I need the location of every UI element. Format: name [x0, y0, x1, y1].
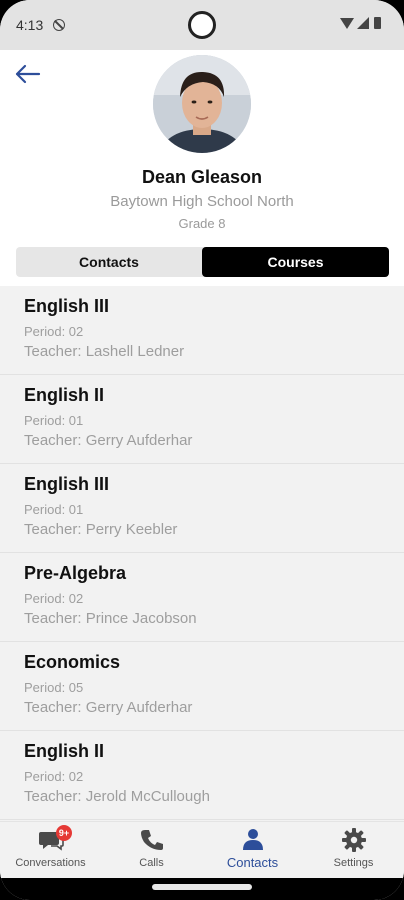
nav-conversations[interactable]: 9+ Conversations: [0, 822, 101, 879]
do-not-disturb-icon: [53, 19, 65, 31]
course-teacher: Teacher: Perry Keebler: [24, 521, 178, 538]
avatar: [153, 55, 251, 153]
course-item[interactable]: English III Period: 02 Teacher: Lashell …: [0, 286, 404, 375]
tab-courses[interactable]: Courses: [202, 247, 389, 277]
profile-header: Dean Gleason Baytown High School North G…: [0, 50, 404, 286]
course-title: Economics: [24, 652, 121, 672]
course-title: English III: [24, 296, 110, 316]
nav-label: Settings: [333, 857, 374, 869]
course-teacher: Teacher: Prince Jacobson: [24, 610, 197, 627]
course-item[interactable]: Economics Period: 05 Teacher: Gerry Aufd…: [0, 642, 404, 731]
battery-icon: [374, 17, 381, 29]
course-period: Period: 01: [24, 502, 84, 517]
course-period: Period: 02: [24, 769, 84, 784]
arrow-left-icon: [15, 64, 41, 84]
bottom-navigation: 9+ Conversations Calls Contacts Settings: [0, 821, 404, 878]
profile-grade: Grade 8: [178, 216, 226, 231]
unread-badge: 9+: [56, 825, 72, 841]
course-title: English II: [24, 385, 105, 405]
gesture-bar: [0, 878, 404, 900]
course-teacher: Teacher: Gerry Aufderhar: [24, 699, 193, 716]
course-period: Period: 02: [24, 591, 84, 606]
course-teacher: Teacher: Gerry Aufderhar: [24, 432, 193, 449]
camera-cutout: [188, 11, 216, 39]
tab-contacts[interactable]: Contacts: [16, 247, 202, 277]
profile-photo: [153, 55, 251, 153]
status-time: 4:13: [16, 17, 44, 33]
course-title: English II: [24, 741, 105, 761]
person-icon: [243, 829, 263, 850]
course-period: Period: 02: [24, 324, 84, 339]
wifi-icon: [340, 18, 354, 29]
back-button[interactable]: [14, 62, 42, 86]
course-item[interactable]: English II Period: 01 Teacher: Gerry Auf…: [0, 375, 404, 464]
profile-school: Baytown High School North: [110, 193, 294, 210]
nav-label: Calls: [139, 857, 164, 869]
course-item[interactable]: English II Period: 02 Teacher: Jerold Mc…: [0, 731, 404, 820]
nav-contacts[interactable]: Contacts: [202, 822, 303, 879]
course-period: Period: 01: [24, 413, 84, 428]
segmented-tabs: Contacts Courses: [16, 247, 389, 277]
profile-name: Dean Gleason: [141, 167, 263, 187]
nav-label: Contacts: [226, 855, 279, 870]
signal-icon: [357, 17, 369, 29]
course-teacher: Teacher: Lashell Ledner: [24, 343, 185, 360]
course-title: Pre-Algebra: [24, 563, 127, 583]
nav-label: Conversations: [15, 857, 86, 869]
nav-settings[interactable]: Settings: [303, 822, 404, 879]
home-indicator[interactable]: [152, 884, 252, 890]
nav-calls[interactable]: Calls: [101, 822, 202, 879]
course-teacher: Teacher: Jerold McCullough: [24, 788, 210, 805]
course-title: English III: [24, 474, 110, 494]
course-item[interactable]: English III Period: 01 Teacher: Perry Ke…: [0, 464, 404, 553]
gear-icon: [342, 828, 366, 852]
status-icons: [340, 16, 386, 32]
phone-icon: [141, 830, 163, 850]
status-bar: 4:13: [0, 0, 404, 50]
phone-screen: 4:13 Dean Gleason Baytown High School No…: [0, 0, 404, 900]
course-list[interactable]: English III Period: 02 Teacher: Lashell …: [0, 286, 404, 821]
course-period: Period: 05: [24, 680, 84, 695]
course-item[interactable]: Pre-Algebra Period: 02 Teacher: Prince J…: [0, 553, 404, 642]
